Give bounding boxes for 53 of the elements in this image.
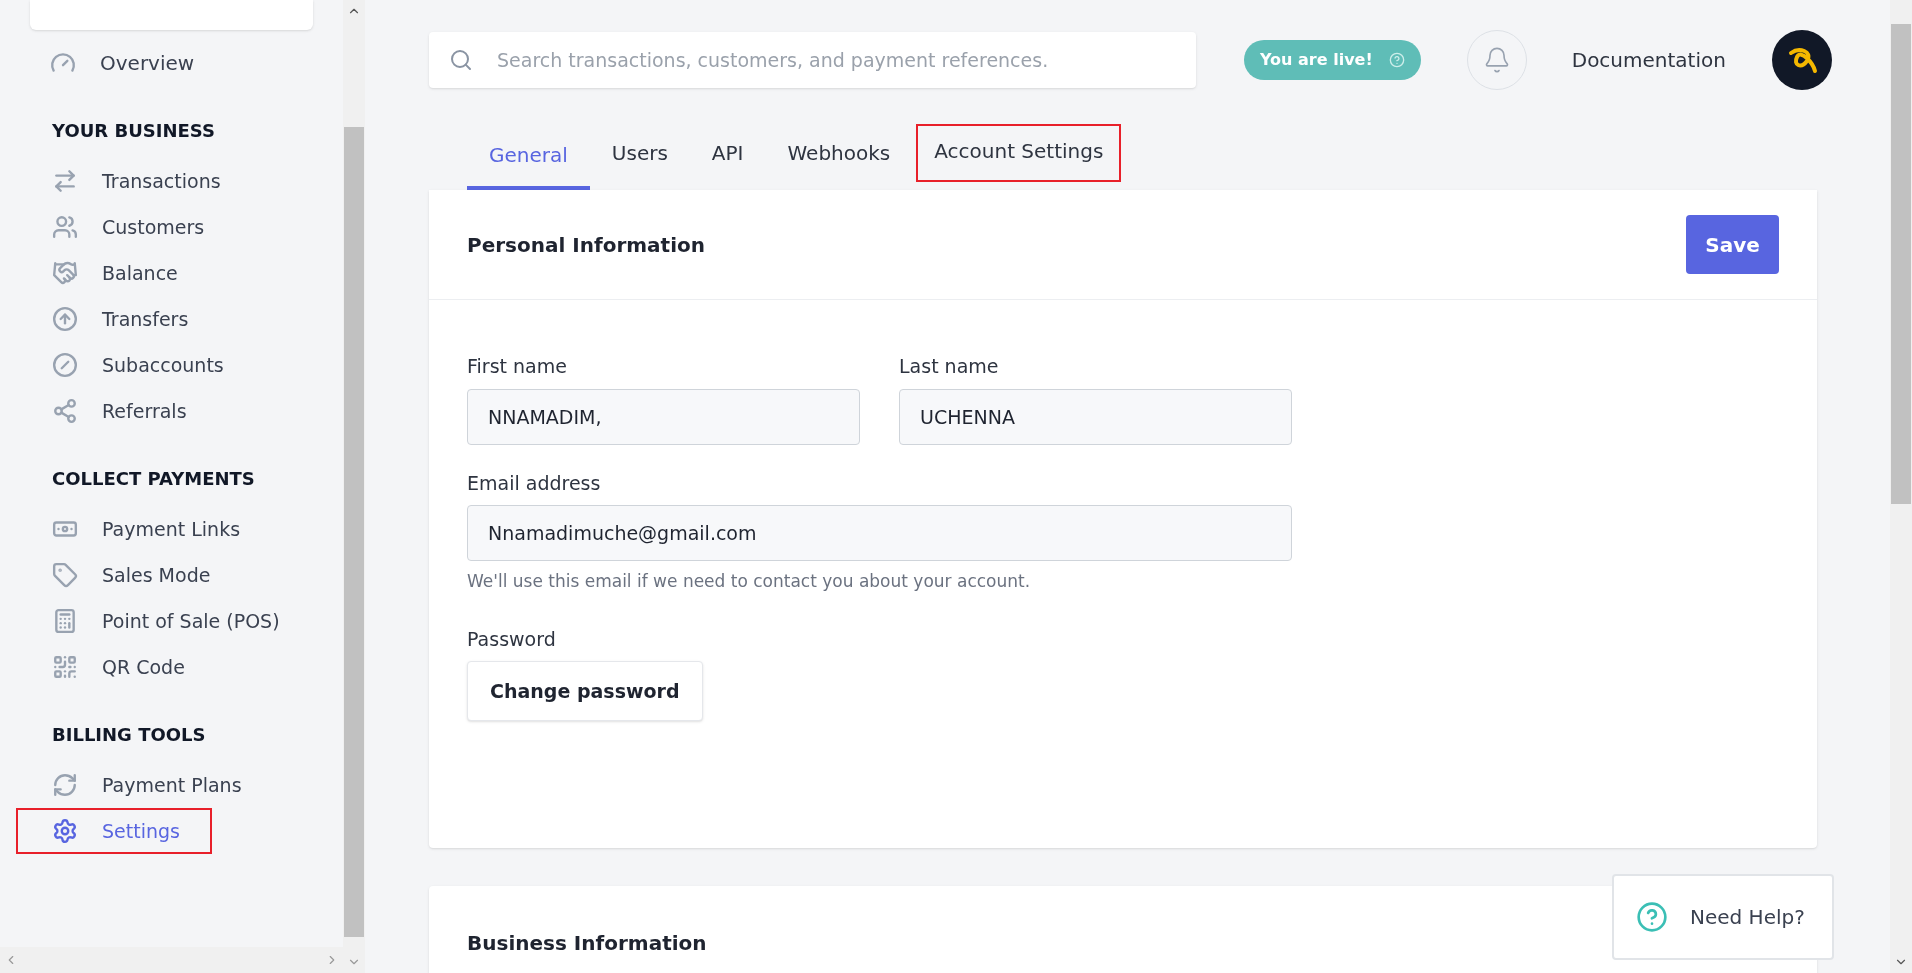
help-icon [1388, 52, 1405, 68]
share-icon [52, 398, 78, 424]
help-icon [1636, 901, 1668, 933]
calculator-icon [52, 608, 78, 634]
people-icon [52, 214, 78, 240]
tab[interactable]: Account Settings [912, 120, 1126, 186]
sidebar-item[interactable]: Overview [0, 40, 343, 86]
sidebar-item[interactable]: Point of Sale (POS) [16, 598, 312, 644]
section-heading: YOUR BUSINESS [51, 118, 216, 143]
handshake-icon [52, 260, 78, 286]
tag-icon [52, 562, 78, 588]
refresh-icon [52, 772, 78, 798]
tab[interactable]: API [689, 120, 766, 190]
section-heading: COLLECT PAYMENTS [51, 466, 256, 491]
search-field[interactable]: Search transactions, customers, and payment references. [429, 32, 1196, 88]
section-heading: BILLING TOOLS [51, 722, 207, 747]
sidebar-item[interactable]: Referrals [16, 388, 219, 434]
field-hint: We'll use this email if we need to contact you about your account. [467, 570, 1032, 593]
sidebar-item[interactable]: Payment Links [16, 506, 273, 552]
documentation-link[interactable]: Documentation [1571, 45, 1726, 75]
help-button[interactable]: Need Help? [1612, 874, 1834, 960]
search-icon [449, 48, 473, 72]
scrollbar-thumb[interactable] [1891, 24, 1911, 504]
text-field[interactable]: NNAMADIM, [467, 388, 860, 445]
settings-icon [52, 818, 78, 844]
sidebar-item[interactable]: Transactions [16, 158, 253, 204]
email-field[interactable]: Nnamadimuche@gmail.com [467, 505, 1292, 561]
upload-circle-icon [52, 306, 78, 332]
tab[interactable]: Users [589, 120, 690, 190]
field-label: Password [467, 626, 556, 652]
horizontal-scrollbar[interactable] [0, 947, 343, 973]
field-label: First name [467, 354, 568, 379]
sidebar-scrollbar[interactable] [343, 0, 365, 973]
field-label: Last name [899, 354, 1000, 379]
qr-code-icon [52, 654, 78, 680]
save-button[interactable]: Save [1686, 215, 1779, 274]
tab[interactable]: Webhooks [765, 120, 913, 190]
sidebar-item[interactable]: Payment Plans [16, 762, 274, 808]
change-password-button[interactable]: Change password [467, 661, 703, 721]
sidebar-item[interactable]: Customers [16, 204, 237, 250]
scrollbar-thumb[interactable] [344, 126, 364, 937]
card-title: Personal Information [467, 231, 705, 259]
sidebar-item[interactable]: Subaccounts [16, 342, 256, 388]
sidebar-item[interactable]: Transfers [16, 296, 221, 342]
card-title: Business Information [467, 931, 707, 955]
sidebar-item[interactable]: Settings [16, 808, 212, 854]
sidebar-item[interactable]: Balance [16, 250, 210, 296]
sidebar-item[interactable]: QR Code [16, 644, 217, 690]
page-scrollbar[interactable] [1890, 0, 1912, 973]
sidebar-item[interactable]: Sales Mode [16, 552, 243, 598]
slashed-circle-icon [52, 352, 78, 378]
field-label: Email address [467, 470, 602, 496]
text-field[interactable]: UCHENNA [899, 388, 1292, 445]
